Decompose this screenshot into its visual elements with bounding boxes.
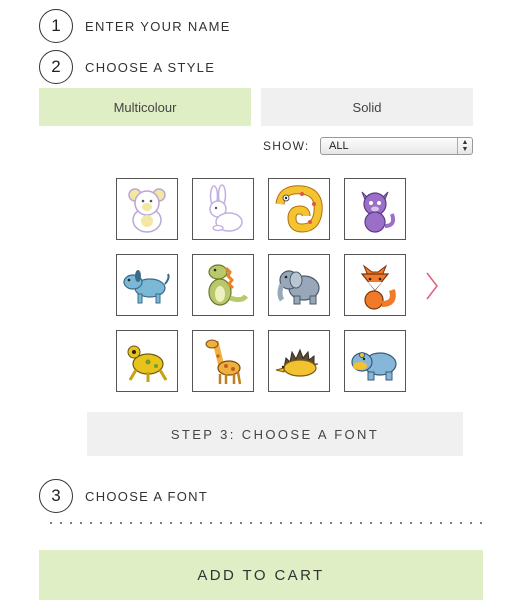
hedgehog-icon: [275, 348, 319, 377]
step-label-choose-font: CHOOSE A FONT: [85, 488, 209, 504]
animal-tile-chameleon[interactable]: [268, 178, 330, 240]
step-label-choose-style: CHOOSE A STYLE: [85, 59, 216, 75]
animal-tile-dog[interactable]: [116, 254, 178, 316]
animal-tile-teddy-bear[interactable]: [116, 178, 178, 240]
show-filter-value: ALL: [329, 140, 349, 152]
animal-tile-frog[interactable]: [116, 330, 178, 392]
animal-tile-cat[interactable]: [344, 178, 406, 240]
step-1[interactable]: 1 ENTER YOUR NAME: [39, 9, 231, 43]
animal-tile-giraffe[interactable]: [192, 330, 254, 392]
step-2[interactable]: 2 CHOOSE A STYLE: [39, 50, 215, 84]
teddy-bear-icon: [128, 188, 166, 233]
animal-tile-bunny[interactable]: [192, 178, 254, 240]
chevron-right-icon[interactable]: [424, 270, 440, 302]
animal-tile-elephant[interactable]: [268, 254, 330, 316]
animal-tile-hedgehog[interactable]: [268, 330, 330, 392]
giraffe-icon: [205, 339, 242, 385]
animal-tile-dinosaur[interactable]: [192, 254, 254, 316]
fox-icon: [360, 264, 396, 310]
frog-icon: [127, 345, 168, 382]
cat-icon: [361, 191, 396, 233]
step-number-2: 2: [39, 50, 73, 84]
animal-tile-hippo[interactable]: [344, 330, 406, 392]
step-number-1: 1: [39, 9, 73, 43]
elephant-icon: [277, 270, 320, 305]
add-to-cart-button[interactable]: ADD TO CART: [39, 550, 483, 600]
step-3-choose-font-button[interactable]: STEP 3: CHOOSE A FONT: [87, 412, 463, 456]
chameleon-icon: [275, 185, 323, 233]
step-number-3: 3: [39, 479, 73, 513]
style-multicolour-button[interactable]: Multicolour: [39, 88, 251, 126]
hippo-icon: [351, 352, 397, 381]
step-label-enter-name: ENTER YOUR NAME: [85, 18, 231, 34]
show-filter-select[interactable]: ALL ▲ ▼: [320, 137, 473, 155]
bunny-icon: [209, 184, 243, 232]
dotted-divider: [46, 521, 484, 525]
style-solid-button[interactable]: Solid: [261, 88, 473, 126]
step-3[interactable]: 3 CHOOSE A FONT: [39, 479, 208, 513]
dog-icon: [123, 270, 170, 304]
show-filter-label: SHOW:: [263, 139, 310, 153]
dinosaur-icon: [208, 264, 249, 306]
animal-tile-fox[interactable]: [344, 254, 406, 316]
select-arrows-icon: ▲ ▼: [457, 138, 472, 154]
